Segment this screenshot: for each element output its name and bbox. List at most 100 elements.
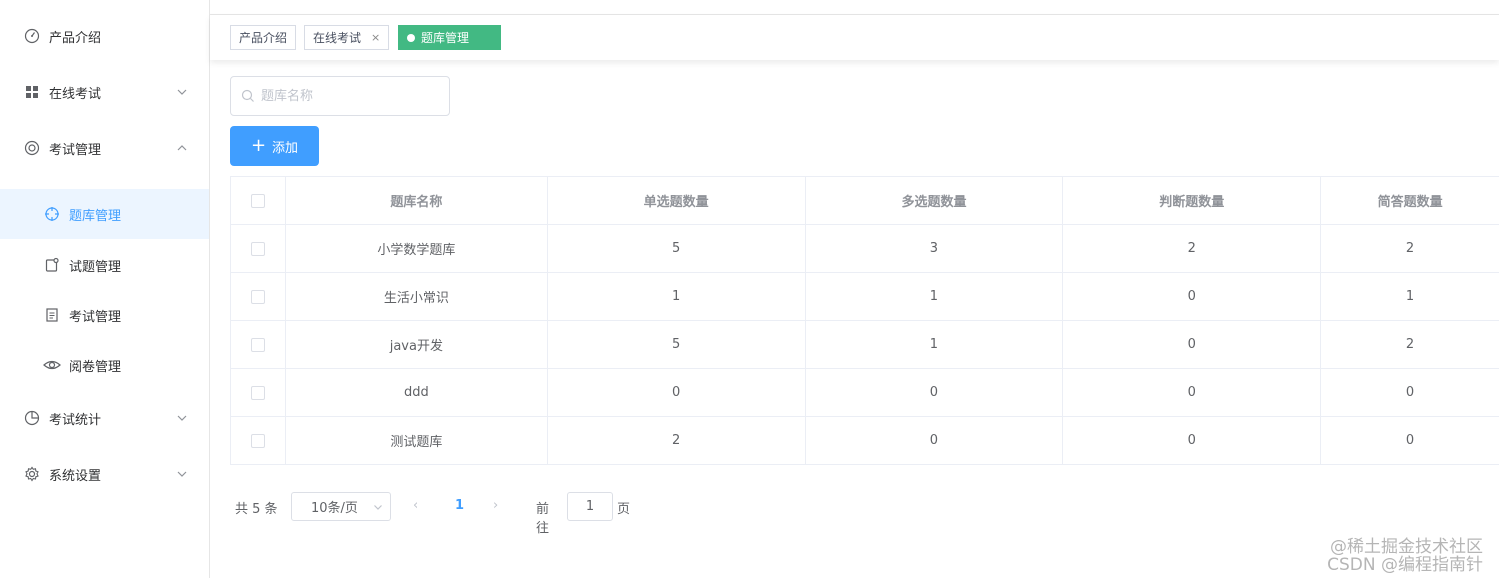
row-checkbox-cell [231, 321, 286, 368]
row-checkbox-cell [231, 417, 286, 464]
grid-icon [23, 83, 41, 101]
prev-page-button[interactable]: ‹ [413, 498, 418, 513]
sidebar-subitem-question-bank[interactable]: 题库管理 [0, 189, 209, 239]
sidebar-item-exam-statistics[interactable]: 考试统计 [0, 393, 209, 443]
table-cell: 小学数学题库 [286, 225, 548, 272]
plus-icon: + [250, 135, 267, 156]
table-cell: 2 [548, 417, 806, 464]
sidebar-item-label: 考试管理 [69, 309, 122, 325]
sidebar-item-label: 考试管理 [49, 142, 102, 158]
sidebar-item-online-exam[interactable]: 在线考试 [0, 67, 209, 117]
sidebar-subitem-exam-management[interactable]: 考试管理 [0, 290, 209, 340]
next-page-button[interactable]: › [493, 498, 498, 513]
table-cell: 测试题库 [286, 417, 548, 464]
tag-label: 题库管理 [421, 31, 470, 45]
app: 产品介绍 在线考试 考试管理 题库管理 试题管理 考试管理 阅卷管理 考试统计 … [0, 0, 1499, 578]
chevron-down-icon [175, 411, 189, 425]
watermark-line: @稀土掘金技术社区 [1330, 537, 1483, 557]
watermark-line: CSDN @编程指南针 [1327, 555, 1483, 575]
column-header: 多选题数量 [806, 177, 1064, 224]
table-cell: 0 [1063, 321, 1322, 368]
page-suffix-label: 页 [617, 502, 631, 517]
sidebar-subitem-question-management[interactable]: 试题管理 [0, 240, 209, 290]
sidebar-item-exam-management[interactable]: 考试管理 [0, 123, 209, 173]
tag-product-intro[interactable]: 产品介绍 [230, 25, 297, 50]
search-input[interactable] [261, 85, 441, 107]
active-dot-icon [407, 33, 415, 42]
lifebuoy-icon [23, 139, 41, 157]
sidebar-item-label: 试题管理 [69, 259, 122, 275]
row-checkbox[interactable] [250, 289, 265, 304]
table-cell: 生活小常识 [286, 273, 548, 320]
tag-online-exam[interactable]: 在线考试 × [304, 25, 390, 50]
table-cell: 0 [1405, 385, 1415, 400]
table-row[interactable]: 生活小常识 1 1 0 1 [231, 273, 1499, 321]
table-row[interactable]: 小学数学题库 5 3 2 2 [231, 225, 1499, 273]
add-button-label: 添加 [272, 140, 299, 156]
column-header: 题库名称 [286, 177, 548, 224]
table-cell: 0 [806, 417, 1064, 464]
sidebar-item-label: 阅卷管理 [69, 359, 122, 375]
table-header-row: 题库名称 单选题数量 多选题数量 判断题数量 简答题数量 [231, 177, 1499, 225]
table-cell: 1 [1405, 289, 1415, 304]
goto-label: 前往 [536, 502, 550, 536]
header-checkbox-cell [231, 177, 286, 224]
question-bank-table: 题库名称 单选题数量 多选题数量 判断题数量 简答题数量 小学数学题库 5 3 … [230, 176, 1499, 465]
table-row[interactable]: java开发 5 1 0 2 [231, 321, 1499, 369]
note-icon [43, 256, 61, 274]
table-cell: 3 [806, 225, 1064, 272]
close-icon[interactable]: × [371, 31, 380, 44]
row-checkbox[interactable] [250, 241, 265, 256]
table-cell: 0 [1063, 417, 1322, 464]
select-all-checkbox[interactable] [250, 193, 265, 208]
table-cell: 1 [806, 321, 1064, 368]
table-row[interactable]: 测试题库 2 0 0 0 [231, 417, 1499, 465]
tag-label: 产品介绍 [239, 31, 288, 45]
table-cell: 1 [548, 273, 806, 320]
chevron-down-icon [175, 467, 189, 481]
tag-label: 在线考试 [313, 31, 362, 45]
gear-icon [23, 465, 41, 483]
row-checkbox[interactable] [250, 385, 265, 400]
sidebar-item-label: 产品介绍 [49, 30, 102, 46]
table-cell: 2 [1405, 241, 1415, 256]
sidebar-item-label: 系统设置 [49, 468, 102, 484]
table-cell: 5 [548, 225, 806, 272]
table-cell: 0 [1063, 273, 1322, 320]
page-size-select[interactable]: 10条/页 [291, 492, 391, 521]
add-button[interactable]: + 添加 [230, 126, 319, 166]
sidebar-item-product-intro[interactable]: 产品介绍 [0, 11, 209, 61]
table-cell: 5 [548, 321, 806, 368]
sidebar: 产品介绍 在线考试 考试管理 题库管理 试题管理 考试管理 阅卷管理 考试统计 … [0, 0, 210, 578]
chevron-down-icon [175, 85, 189, 99]
search-icon [241, 89, 255, 103]
page-jump-input[interactable] [567, 492, 613, 521]
table-cell: ddd [286, 369, 548, 416]
chevron-up-icon [175, 141, 189, 155]
sidebar-subitem-grading[interactable]: 阅卷管理 [0, 340, 209, 390]
page-size-value: 10条/页 [311, 501, 358, 516]
row-checkbox[interactable] [250, 337, 265, 352]
tag-question-bank[interactable]: 题库管理 [398, 25, 501, 50]
table-cell: java开发 [286, 321, 548, 368]
column-header: 简答题数量 [1377, 195, 1443, 210]
table-cell: 0 [548, 369, 806, 416]
sidebar-item-label: 题库管理 [69, 208, 122, 224]
tags-view: 产品介绍 在线考试 × 题库管理 [210, 15, 1499, 60]
row-checkbox-cell [231, 369, 286, 416]
sidebar-item-label: 考试统计 [49, 412, 102, 428]
table-row[interactable]: ddd 0 0 0 0 [231, 369, 1499, 417]
page-number-current[interactable]: 1 [455, 498, 464, 513]
row-checkbox-cell [231, 225, 286, 272]
chevron-down-icon [372, 501, 384, 513]
watermark: @稀土掘金技术社区 CSDN @编程指南针 [1327, 538, 1483, 574]
top-header [210, 0, 1499, 15]
pagination-total: 共 5 条 [235, 502, 278, 517]
sidebar-item-system-settings[interactable]: 系统设置 [0, 449, 209, 499]
table-cell: 1 [806, 273, 1064, 320]
dashboard-icon [23, 27, 41, 45]
document-icon [43, 306, 61, 324]
row-checkbox[interactable] [250, 433, 265, 448]
column-header: 单选题数量 [548, 177, 806, 224]
row-checkbox-cell [231, 273, 286, 320]
